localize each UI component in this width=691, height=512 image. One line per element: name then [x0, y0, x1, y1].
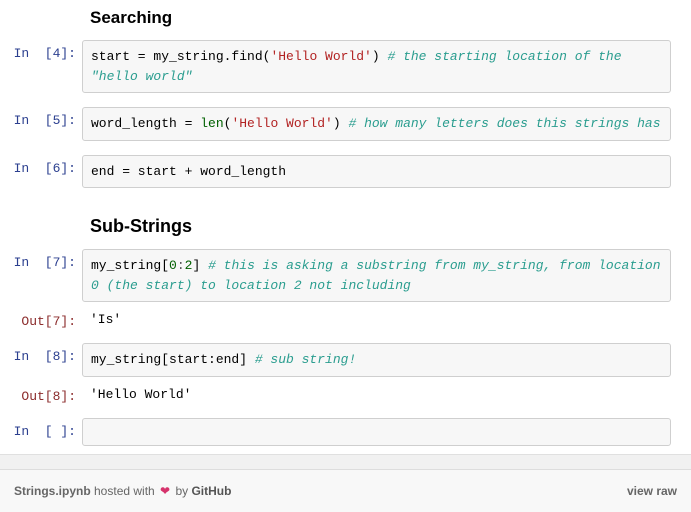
prompt-in-4: In [4]: [0, 40, 82, 61]
code-text: ) [333, 116, 349, 131]
code-builtin: len [200, 116, 223, 131]
cell-in-7: In [7]: my_string[0:2] # this is asking … [0, 249, 671, 302]
code-text: my_string[start:end] [91, 352, 255, 367]
cell-in-8: In [8]: my_string[start:end] # sub strin… [0, 343, 671, 377]
prompt-out-7: Out[7]: [0, 308, 82, 329]
cell-in-empty: In [ ]: [0, 418, 671, 446]
heading-substrings: Sub-Strings [90, 216, 671, 237]
prompt-in-8: In [8]: [0, 343, 82, 364]
code-string: 'Hello World' [231, 116, 332, 131]
code-comment: # sub string! [255, 352, 356, 367]
code-text: ] [192, 258, 208, 273]
prompt-in-empty: In [ ]: [0, 418, 82, 439]
horizontal-scrollbar[interactable] [0, 454, 691, 470]
prompt-in-7: In [7]: [0, 249, 82, 270]
notebook-scroll[interactable]: Searching In [4]: start = my_string.find… [0, 0, 691, 454]
footer-left: Strings.ipynb hosted with ❤ by GitHub [14, 484, 231, 498]
view-raw-link[interactable]: view raw [627, 484, 677, 498]
code-input-5[interactable]: word_length = len('Hello World') # how m… [82, 107, 671, 141]
code-input-6[interactable]: end = start + word_length [82, 155, 671, 189]
code-text: word_length = [91, 116, 200, 131]
code-number: 0 [169, 258, 177, 273]
gist-viewport: Searching In [4]: start = my_string.find… [0, 0, 691, 512]
notebook-body: Searching In [4]: start = my_string.find… [0, 8, 671, 454]
code-string: 'Hello World' [270, 49, 371, 64]
code-input-7[interactable]: my_string[0:2] # this is asking a substr… [82, 249, 671, 302]
cell-in-5: In [5]: word_length = len('Hello World')… [0, 107, 671, 141]
code-input-8[interactable]: my_string[start:end] # sub string! [82, 343, 671, 377]
cell-in-4: In [4]: start = my_string.find('Hello Wo… [0, 40, 671, 93]
output-8: 'Hello World' [82, 383, 671, 404]
code-text: ) [372, 49, 388, 64]
output-7: 'Is' [82, 308, 671, 329]
prompt-in-5: In [5]: [0, 107, 82, 128]
heart-icon: ❤ [160, 484, 170, 498]
footer-by-text: by [172, 484, 191, 498]
cell-out-7: Out[7]: 'Is' [0, 308, 671, 329]
gist-footer: Strings.ipynb hosted with ❤ by GitHub vi… [0, 469, 691, 512]
code-text: my_string[ [91, 258, 169, 273]
code-text: end = start + word_length [91, 164, 286, 179]
filename-link[interactable]: Strings.ipynb [14, 484, 91, 498]
code-comment: # how many letters does this strings has [348, 116, 660, 131]
cell-in-6: In [6]: end = start + word_length [0, 155, 671, 189]
code-input-empty[interactable] [82, 418, 671, 446]
code-text: start = my_string.find( [91, 49, 270, 64]
prompt-in-6: In [6]: [0, 155, 82, 176]
github-link[interactable]: GitHub [191, 484, 231, 498]
code-op: : [177, 258, 185, 273]
cell-out-8: Out[8]: 'Hello World' [0, 383, 671, 404]
prompt-out-8: Out[8]: [0, 383, 82, 404]
heading-searching: Searching [90, 8, 671, 28]
footer-hosted-text: hosted with [91, 484, 158, 498]
code-input-4[interactable]: start = my_string.find('Hello World') # … [82, 40, 671, 93]
